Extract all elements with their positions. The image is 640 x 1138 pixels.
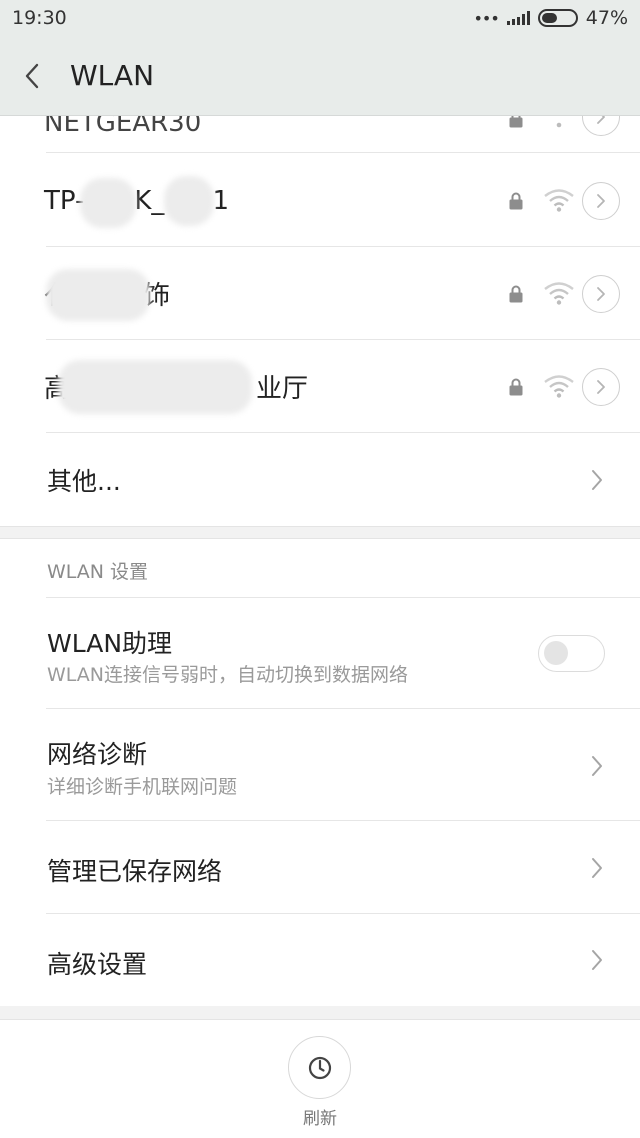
bottom-action-bar: 刷新 <box>0 1019 640 1138</box>
status-time: 19:30 <box>12 7 67 29</box>
chevron-left-icon[interactable] <box>0 36 64 116</box>
wifi-signal-icon <box>544 375 574 398</box>
lock-icon <box>509 285 523 303</box>
network-row[interactable]: TP- K_ 1 <box>0 154 640 247</box>
refresh-button[interactable] <box>288 1036 351 1099</box>
wlan-assistant-title: WLAN助理 <box>47 629 173 658</box>
network-detail-button[interactable] <box>582 182 620 220</box>
saved-networks-row[interactable]: 管理已保存网络 <box>0 821 640 914</box>
network-name: NETGEAR30 <box>44 116 202 138</box>
signal-icon <box>506 11 530 25</box>
redacted-blur <box>164 176 214 226</box>
section-separator <box>0 526 640 539</box>
lock-icon <box>509 116 523 128</box>
network-diagnose-row[interactable]: 网络诊断 详细诊断手机联网问题 <box>0 709 640 821</box>
network-diagnose-title: 网络诊断 <box>47 740 148 769</box>
redacted-blur <box>58 360 252 414</box>
chevron-right-icon <box>592 756 602 776</box>
status-icons: ••• 47% <box>473 7 628 29</box>
network-row[interactable]: NETGEAR30 <box>0 116 640 153</box>
power-refresh-icon <box>308 1056 331 1079</box>
redacted-blur <box>46 269 150 321</box>
wlan-assistant-row[interactable]: WLAN助理 WLAN连接信号弱时，自动切换到数据网络 <box>0 598 640 709</box>
chevron-right-icon <box>592 470 602 490</box>
advanced-settings-row[interactable]: 高级设置 <box>0 914 640 1006</box>
status-bar: 19:30 ••• 47% <box>0 0 640 36</box>
advanced-settings-title: 高级设置 <box>47 950 148 979</box>
saved-networks-title: 管理已保存网络 <box>47 857 223 886</box>
wifi-signal-icon <box>544 282 574 305</box>
network-diagnose-subtitle: 详细诊断手机联网问题 <box>47 776 238 798</box>
battery-icon <box>537 9 578 27</box>
chevron-right-icon <box>592 950 602 970</box>
network-detail-button[interactable] <box>582 368 620 406</box>
network-detail-button[interactable] <box>582 116 620 136</box>
lock-icon <box>509 378 523 396</box>
network-row[interactable]: 高业厅 <box>0 340 640 433</box>
wifi-signal-icon <box>556 122 562 128</box>
wlan-list[interactable]: NETGEAR30 TP-K_1 亻饰 <box>0 116 640 1006</box>
wifi-signal-icon <box>544 189 574 212</box>
redacted-blur <box>80 178 136 228</box>
chevron-right-icon <box>592 858 602 878</box>
wlan-assistant-toggle[interactable] <box>538 635 605 672</box>
wlan-assistant-subtitle: WLAN连接信号弱时，自动切换到数据网络 <box>47 664 409 686</box>
other-networks-label: 其他... <box>47 466 121 496</box>
network-detail-button[interactable] <box>582 275 620 313</box>
notification-dots: ••• <box>473 8 499 28</box>
page-title: WLAN <box>70 59 155 92</box>
network-row[interactable]: 亻饰 <box>0 247 640 340</box>
app-header: WLAN <box>0 36 640 116</box>
battery-percent: 47% <box>585 7 628 29</box>
other-networks-row[interactable]: 其他... <box>0 433 640 526</box>
section-title: WLAN 设置 <box>47 561 149 583</box>
lock-icon <box>509 192 523 210</box>
refresh-label: 刷新 <box>303 1109 337 1129</box>
toggle-knob <box>544 641 568 665</box>
